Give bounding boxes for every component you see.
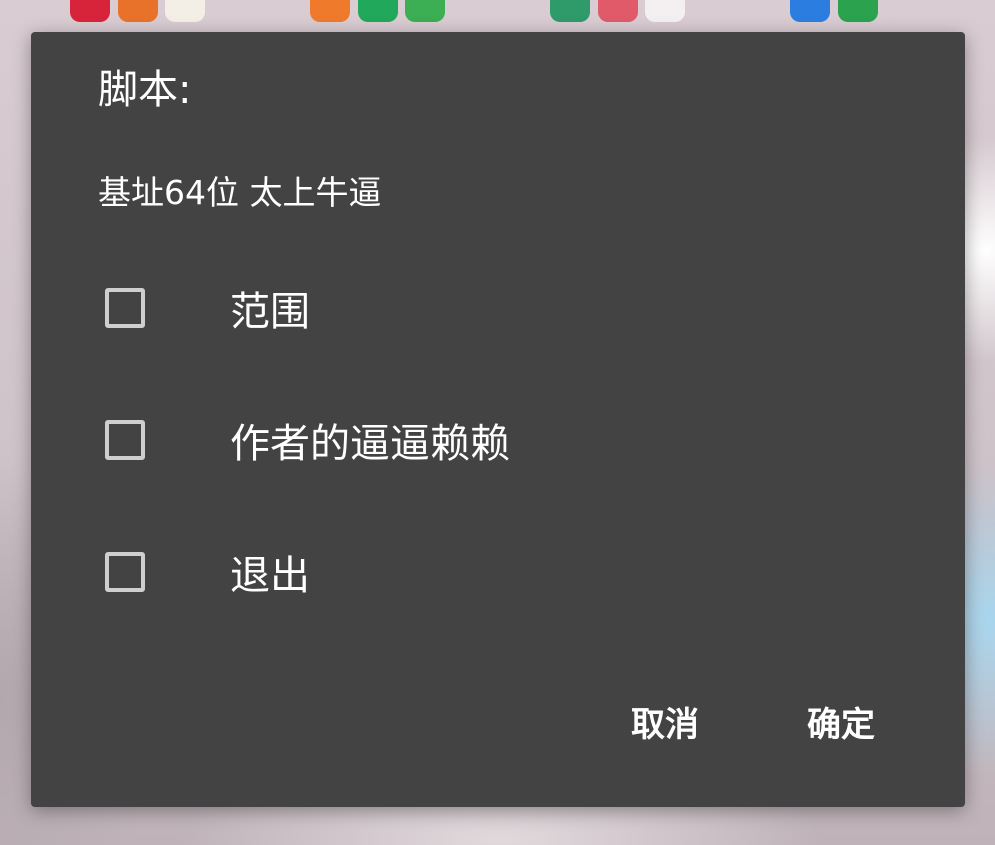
script-dialog: 脚本: 基址64位 太上牛逼 范围 作者的逼逼赖赖 退出 取消 确定 bbox=[31, 32, 965, 807]
app-icon bbox=[310, 0, 350, 22]
checkbox[interactable] bbox=[105, 552, 145, 592]
option-label: 退出 bbox=[230, 553, 310, 599]
option-label: 作者的逼逼赖赖 bbox=[230, 421, 510, 467]
option-label: 范围 bbox=[230, 289, 310, 335]
option-author-notes[interactable]: 作者的逼逼赖赖 bbox=[91, 395, 851, 485]
dialog-message: 基址64位 太上牛逼 bbox=[98, 173, 382, 212]
app-icon bbox=[790, 0, 830, 22]
app-icon bbox=[165, 0, 205, 22]
checkbox[interactable] bbox=[105, 420, 145, 460]
app-icon bbox=[358, 0, 398, 22]
checkbox[interactable] bbox=[105, 288, 145, 328]
dialog-title: 脚本: bbox=[98, 67, 192, 113]
option-exit[interactable]: 退出 bbox=[91, 527, 851, 617]
app-icon bbox=[405, 0, 445, 22]
app-icon bbox=[645, 0, 685, 22]
app-icon bbox=[70, 0, 110, 22]
confirm-button[interactable]: 确定 bbox=[807, 702, 875, 748]
app-icon bbox=[598, 0, 638, 22]
app-icon bbox=[838, 0, 878, 22]
cancel-button[interactable]: 取消 bbox=[631, 702, 699, 748]
app-icon bbox=[550, 0, 590, 22]
option-range[interactable]: 范围 bbox=[91, 263, 851, 353]
app-icon bbox=[118, 0, 158, 22]
